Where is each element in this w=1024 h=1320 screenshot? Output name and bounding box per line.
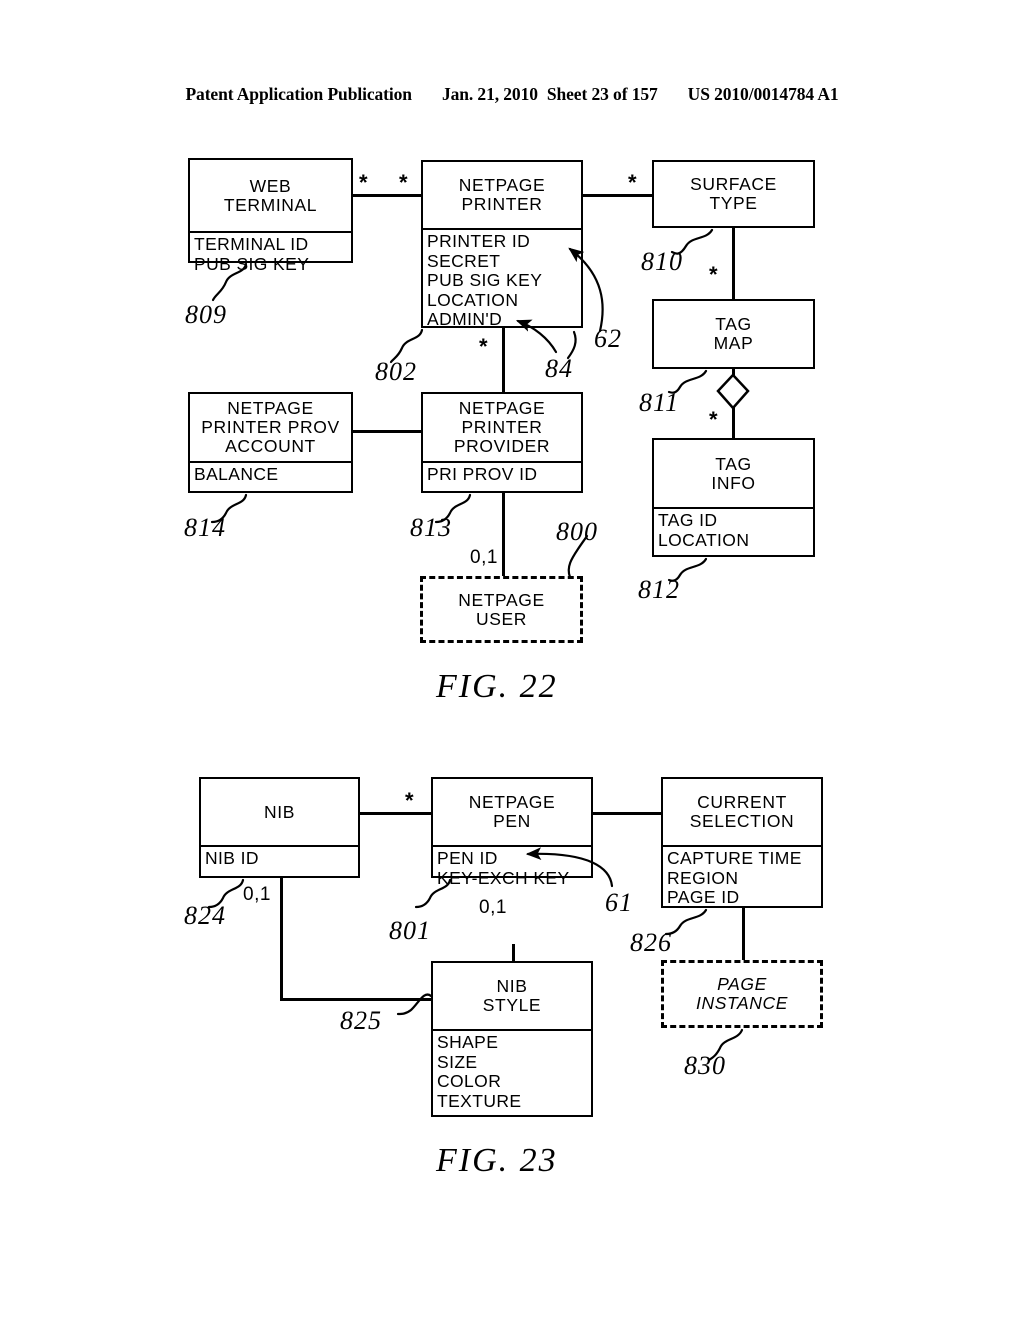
entity-attributes: SHAPE SIZE COLOR TEXTURE [433,1029,591,1115]
entity-page-instance[interactable]: PAGE INSTANCE [661,960,823,1028]
multiplicity-nib-bottom: 0,1 [243,884,271,905]
entity-nib-style[interactable]: NIB STYLE SHAPE SIZE COLOR TEXTURE [431,961,593,1117]
entity-attributes: NIB ID [201,845,358,876]
entity-attributes: PEN ID KEY-EXCH KEY [433,845,591,888]
entity-title: NIB STYLE [482,976,542,1015]
line-pen-to-currentselection [593,812,661,815]
refnum-824: 824 [184,901,226,930]
line-nib-to-pen [360,812,431,815]
entity-current-selection[interactable]: CURRENT SELECTION CAPTURE TIME REGION PA… [661,777,823,908]
refnum-801: 801 [389,916,431,945]
multiplicity-pen-left: * [405,788,414,813]
refnum-825: 825 [340,1006,382,1035]
figure-23: NIB NIB ID NETPAGE PEN PEN ID KEY-EXCH K… [0,0,1024,1320]
entity-title: NETPAGE PEN [468,792,556,831]
refnum-61: 61 [605,888,633,917]
line-nib-down [280,878,283,1000]
entity-title: CURRENT SELECTION [689,792,795,831]
entity-attributes: CAPTURE TIME REGION PAGE ID [663,845,821,908]
entity-title: PAGE INSTANCE [696,974,788,1013]
line-currentselection-to-pageinstance [742,908,745,962]
line-nib-to-nibstyle [280,998,433,1001]
entity-netpage-pen[interactable]: NETPAGE PEN PEN ID KEY-EXCH KEY [431,777,593,887]
entity-nib[interactable]: NIB NIB ID [199,777,360,878]
entity-title: NIB [264,801,295,822]
refnum-830: 830 [684,1051,726,1080]
figure-23-caption: FIG. 23 [436,1142,558,1179]
refnum-826: 826 [630,928,672,957]
multiplicity-pen-bottom: 0,1 [479,897,507,918]
